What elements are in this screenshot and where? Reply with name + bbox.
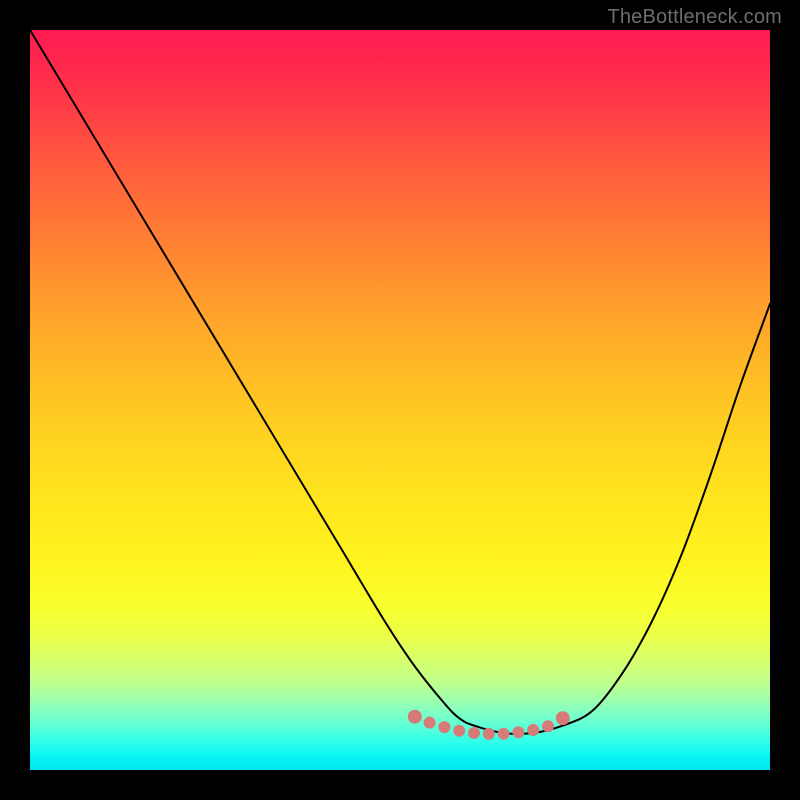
curve-dot xyxy=(498,728,510,740)
dots-group xyxy=(408,710,570,740)
curve-dot xyxy=(512,726,524,738)
curve-dot xyxy=(527,724,539,736)
plot-area xyxy=(30,30,770,770)
curve-dot xyxy=(556,711,570,725)
curve-dot xyxy=(438,721,450,733)
curve-dot xyxy=(424,717,436,729)
chart-frame: TheBottleneck.com xyxy=(0,0,800,800)
dots-layer xyxy=(30,30,770,770)
curve-dot xyxy=(542,720,554,732)
watermark-text: TheBottleneck.com xyxy=(607,6,782,29)
curve-dot xyxy=(408,710,422,724)
curve-dot xyxy=(453,725,465,737)
curve-dot xyxy=(468,727,480,739)
curve-dot xyxy=(483,728,495,740)
